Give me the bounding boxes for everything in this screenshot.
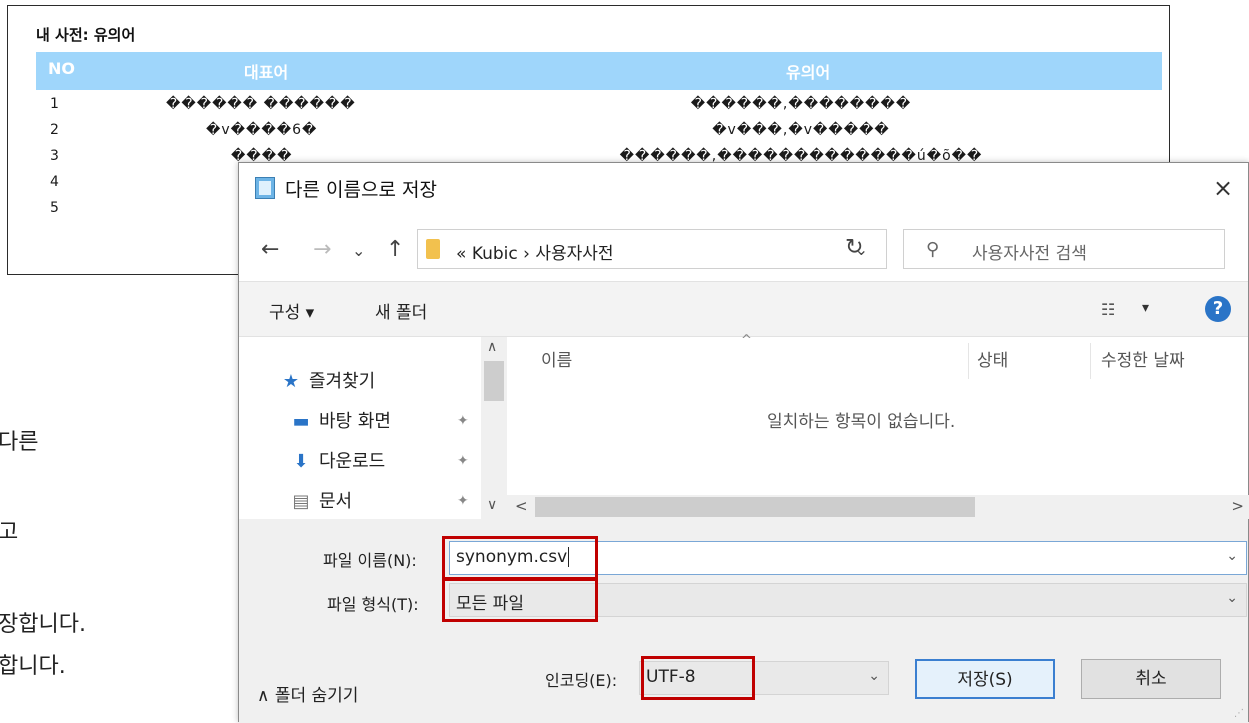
scroll-left-icon[interactable]: < <box>515 497 528 515</box>
chevron-down-icon[interactable]: ⌄ <box>1226 548 1238 564</box>
resize-grip-icon[interactable]: ⋰ <box>1234 708 1244 719</box>
side-text-line: 합니다. <box>0 654 66 679</box>
sidebar-item-label: 바탕 화면 <box>319 411 391 432</box>
search-icon: ⚲ <box>926 239 940 260</box>
column-header-modified[interactable]: 수정한 날짜 <box>1091 343 1249 379</box>
encoding-label: 인코딩(E): <box>545 671 618 690</box>
address-path[interactable]: Kubic › 사용자사전 <box>472 244 614 264</box>
chevron-down-icon[interactable]: ⌄ <box>1226 590 1238 606</box>
cell-synonym: ������,�������� <box>690 96 912 112</box>
refresh-icon[interactable]: ↻ <box>845 235 863 260</box>
forward-arrow-icon[interactable]: → <box>313 237 331 262</box>
close-button[interactable]: × <box>1208 173 1238 203</box>
star-icon: ★ <box>282 371 300 392</box>
header-synonym: 유의어 <box>786 63 831 82</box>
view-options-icon[interactable]: ☷ <box>1101 300 1115 319</box>
table-row: 2 �v����6� �v���,�v����� <box>36 120 1162 146</box>
header-representative: 대표어 <box>244 63 289 82</box>
search-placeholder: 사용자사전 검색 <box>972 244 1087 264</box>
search-input[interactable]: ⚲ 사용자사전 검색 <box>903 229 1225 269</box>
cell-no: 2 <box>50 122 59 138</box>
sheet-header-row: NO 대표어 유의어 <box>36 52 1162 90</box>
address-overflow-icon[interactable]: « <box>456 244 466 264</box>
sidebar-item-label: 다운로드 <box>319 451 386 472</box>
pin-icon: ✦ <box>457 413 469 429</box>
filename-label: 파일 이름(N): <box>323 551 417 570</box>
folder-icon <box>426 239 440 259</box>
sidebar-item-label: 문서 <box>319 491 353 512</box>
cell-no: 1 <box>50 96 59 112</box>
help-icon[interactable]: ? <box>1205 296 1231 322</box>
filetype-label: 파일 형식(T): <box>327 595 419 614</box>
chevron-down-icon[interactable]: ⌄ <box>868 668 880 684</box>
scroll-thumb[interactable] <box>535 497 975 517</box>
nav-pane-scrollbar[interactable]: ∧ ∨ <box>481 337 507 519</box>
download-icon: ⬇ <box>293 451 309 472</box>
cell-representative: �v����6� <box>206 122 318 138</box>
file-list: ^ 이름 상태 수정한 날짜 일치하는 항목이 없습니다. <box>507 333 1249 495</box>
scroll-up-icon[interactable]: ∧ <box>487 339 497 355</box>
hide-folders-button[interactable]: ∧ 폴더 숨기기 <box>257 681 358 706</box>
notepad-icon <box>255 177 275 199</box>
table-row: 1 ������ ������ ������,�������� <box>36 94 1162 120</box>
address-toolbar: ← → ⌄ ↑ « Kubic › 사용자사전 ⌄ ↻ ⚲ 사용자사전 검색 <box>239 213 1248 278</box>
side-text-line: 장합니다. <box>0 612 86 637</box>
highlight-box <box>442 578 598 622</box>
cell-synonym: �v���,�v����� <box>712 122 890 138</box>
pin-icon: ✦ <box>457 493 469 509</box>
save-as-dialog: 다른 이름으로 저장 × ← → ⌄ ↑ « Kubic › 사용자사전 ⌄ ↻… <box>238 162 1249 723</box>
sidebar-item-favorites[interactable]: ★ 즐겨찾기 <box>279 367 375 393</box>
cell-no: 4 <box>50 174 59 190</box>
sidebar-item-label: 즐겨찾기 <box>309 371 376 392</box>
sidebar-item-desktop[interactable]: ▬ 바탕 화면 <box>289 407 391 433</box>
sheet-title: 내 사전: 유의어 <box>36 26 136 44</box>
command-toolbar: 구성 ▾ 새 폴더 ☷ ▾ ? <box>239 281 1248 337</box>
view-dropdown-icon[interactable]: ▾ <box>1142 300 1149 316</box>
scroll-thumb[interactable] <box>484 361 504 401</box>
scroll-right-icon[interactable]: > <box>1231 497 1244 515</box>
recent-locations-chevron-icon[interactable]: ⌄ <box>352 241 365 260</box>
column-header-name[interactable]: 이름 <box>507 343 969 379</box>
cell-no: 5 <box>50 200 59 216</box>
cancel-button[interactable]: 취소 <box>1081 659 1221 699</box>
save-button[interactable]: 저장(S) <box>915 659 1055 699</box>
sidebar-item-downloads[interactable]: ⬇ 다운로드 <box>289 447 385 473</box>
back-arrow-icon[interactable]: ← <box>261 237 279 262</box>
file-list-scrollbar[interactable]: < > <box>507 495 1249 519</box>
pin-icon: ✦ <box>457 453 469 469</box>
highlight-box <box>641 656 755 700</box>
address-bar[interactable]: « Kubic › 사용자사전 ⌄ <box>417 229 887 269</box>
save-options-panel: 파일 이름(N): synonym.csv ⌄ 파일 형식(T): 모든 파일 … <box>239 519 1248 723</box>
dialog-title: 다른 이름으로 저장 <box>285 179 437 201</box>
document-icon: ▤ <box>292 491 310 512</box>
column-header-status[interactable]: 상태 <box>969 343 1091 379</box>
close-icon: × <box>1212 174 1234 202</box>
navigation-pane: ★ 즐겨찾기 ▬ 바탕 화면 ✦ ⬇ 다운로드 ✦ ▤ 문서 ✦ <box>239 337 509 519</box>
up-arrow-icon[interactable]: ↑ <box>386 237 404 262</box>
dialog-titlebar[interactable]: 다른 이름으로 저장 × <box>239 163 1248 213</box>
organize-button[interactable]: 구성 ▾ <box>269 298 314 323</box>
side-text-line: 고 <box>0 520 19 545</box>
side-text-line: 다른 <box>0 430 39 455</box>
empty-message: 일치하는 항목이 없습니다. <box>767 412 956 432</box>
cell-no: 3 <box>50 148 59 164</box>
highlight-box <box>442 536 598 580</box>
desktop-icon: ▬ <box>292 411 310 432</box>
header-no: NO <box>48 59 75 78</box>
cell-representative: ������ ������ <box>166 96 356 112</box>
scroll-down-icon[interactable]: ∨ <box>487 497 497 513</box>
sidebar-item-documents[interactable]: ▤ 문서 <box>289 487 352 513</box>
new-folder-button[interactable]: 새 폴더 <box>375 298 427 323</box>
